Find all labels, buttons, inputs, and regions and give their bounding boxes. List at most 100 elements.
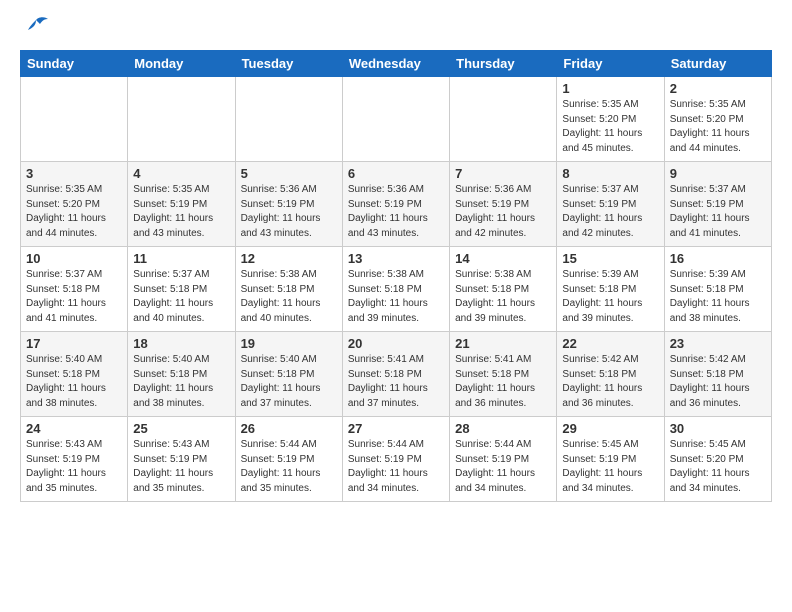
calendar-cell: 10Sunrise: 5:37 AMSunset: 5:18 PMDayligh… — [21, 247, 128, 332]
calendar-header-row: SundayMondayTuesdayWednesdayThursdayFrid… — [21, 51, 772, 77]
day-number: 12 — [241, 251, 337, 266]
day-number: 26 — [241, 421, 337, 436]
day-info: Sunrise: 5:35 AMSunset: 5:20 PMDaylight:… — [670, 98, 766, 156]
calendar-cell: 5 Sunrise: 5:36 AMSunset: 5:19 PMDaylight… — [235, 162, 342, 247]
day-number: 29 — [562, 421, 658, 436]
day-info: Sunrise: 5:44 AMSunset: 5:19 PMDaylight:… — [455, 438, 551, 496]
day-number: 19 — [241, 336, 337, 351]
calendar-cell: 19 Sunrise: 5:40 AMSunset: 5:18 PMDayligh… — [235, 332, 342, 417]
calendar-cell: 1 Sunrise: 5:35 AMSunset: 5:20 PMDaylight… — [557, 77, 664, 162]
day-info: Sunrise: 5:40 AMSunset: 5:18 PMDaylight:… — [133, 353, 229, 411]
day-info: Sunrise: 5:37 AMSunset: 5:19 PMDaylight:… — [562, 183, 658, 241]
calendar-week-row: 24 Sunrise: 5:43 AMSunset: 5:19 PMDayligh… — [21, 417, 772, 502]
day-info: Sunrise: 5:39 AMSunset: 5:18 PMDaylight:… — [562, 268, 658, 326]
calendar-cell: 4 Sunrise: 5:35 AMSunset: 5:19 PMDaylight… — [128, 162, 235, 247]
calendar-week-row: 3 Sunrise: 5:35 AMSunset: 5:20 PMDaylight… — [21, 162, 772, 247]
day-info: Sunrise: 5:38 AMSunset: 5:18 PMDaylight:… — [455, 268, 551, 326]
day-info: Sunrise: 5:36 AMSunset: 5:19 PMDaylight:… — [241, 183, 337, 241]
day-number: 6 — [348, 166, 444, 181]
calendar-cell: 17 Sunrise: 5:40 AMSunset: 5:18 PMDayligh… — [21, 332, 128, 417]
calendar-cell — [450, 77, 557, 162]
calendar-cell: 21 Sunrise: 5:41 AMSunset: 5:18 PMDayligh… — [450, 332, 557, 417]
day-info: Sunrise: 5:35 AMSunset: 5:20 PMDaylight:… — [562, 98, 658, 156]
day-info: Sunrise: 5:44 AMSunset: 5:19 PMDaylight:… — [241, 438, 337, 496]
calendar-cell: 29 Sunrise: 5:45 AMSunset: 5:19 PMDayligh… — [557, 417, 664, 502]
weekday-header: Sunday — [21, 51, 128, 77]
weekday-header: Friday — [557, 51, 664, 77]
day-info: Sunrise: 5:41 AMSunset: 5:18 PMDaylight:… — [455, 353, 551, 411]
day-number: 4 — [133, 166, 229, 181]
day-info: Sunrise: 5:41 AMSunset: 5:18 PMDaylight:… — [348, 353, 444, 411]
day-number: 14 — [455, 251, 551, 266]
calendar-cell: 11Sunrise: 5:37 AMSunset: 5:18 PMDayligh… — [128, 247, 235, 332]
calendar-cell — [342, 77, 449, 162]
day-info: Sunrise: 5:35 AMSunset: 5:19 PMDaylight:… — [133, 183, 229, 241]
weekday-header: Thursday — [450, 51, 557, 77]
day-number: 24 — [26, 421, 122, 436]
day-number: 28 — [455, 421, 551, 436]
calendar-cell: 23Sunrise: 5:42 AMSunset: 5:18 PMDayligh… — [664, 332, 771, 417]
day-number: 22 — [562, 336, 658, 351]
calendar-cell: 9 Sunrise: 5:37 AMSunset: 5:19 PMDaylight… — [664, 162, 771, 247]
day-number: 5 — [241, 166, 337, 181]
day-number: 18 — [133, 336, 229, 351]
day-number: 8 — [562, 166, 658, 181]
calendar-cell: 15Sunrise: 5:39 AMSunset: 5:18 PMDayligh… — [557, 247, 664, 332]
calendar-cell: 25 Sunrise: 5:43 AMSunset: 5:19 PMDayligh… — [128, 417, 235, 502]
day-number: 16 — [670, 251, 766, 266]
day-number: 9 — [670, 166, 766, 181]
calendar-cell: 14 Sunrise: 5:38 AMSunset: 5:18 PMDayligh… — [450, 247, 557, 332]
calendar: SundayMondayTuesdayWednesdayThursdayFrid… — [20, 50, 772, 502]
calendar-week-row: 10Sunrise: 5:37 AMSunset: 5:18 PMDayligh… — [21, 247, 772, 332]
day-number: 7 — [455, 166, 551, 181]
day-info: Sunrise: 5:44 AMSunset: 5:19 PMDaylight:… — [348, 438, 444, 496]
day-info: Sunrise: 5:45 AMSunset: 5:20 PMDaylight:… — [670, 438, 766, 496]
day-info: Sunrise: 5:40 AMSunset: 5:18 PMDaylight:… — [241, 353, 337, 411]
day-number: 20 — [348, 336, 444, 351]
calendar-cell: 27 Sunrise: 5:44 AMSunset: 5:19 PMDayligh… — [342, 417, 449, 502]
day-number: 27 — [348, 421, 444, 436]
day-info: Sunrise: 5:37 AMSunset: 5:19 PMDaylight:… — [670, 183, 766, 241]
day-info: Sunrise: 5:43 AMSunset: 5:19 PMDaylight:… — [26, 438, 122, 496]
day-info: Sunrise: 5:42 AMSunset: 5:18 PMDaylight:… — [670, 353, 766, 411]
calendar-cell: 3 Sunrise: 5:35 AMSunset: 5:20 PMDaylight… — [21, 162, 128, 247]
day-number: 17 — [26, 336, 122, 351]
logo — [20, 16, 50, 38]
day-info: Sunrise: 5:37 AMSunset: 5:18 PMDaylight:… — [133, 268, 229, 326]
day-info: Sunrise: 5:40 AMSunset: 5:18 PMDaylight:… — [26, 353, 122, 411]
weekday-header: Saturday — [664, 51, 771, 77]
day-number: 30 — [670, 421, 766, 436]
calendar-cell: 12Sunrise: 5:38 AMSunset: 5:18 PMDayligh… — [235, 247, 342, 332]
calendar-cell: 16Sunrise: 5:39 AMSunset: 5:18 PMDayligh… — [664, 247, 771, 332]
calendar-cell: 8 Sunrise: 5:37 AMSunset: 5:19 PMDaylight… — [557, 162, 664, 247]
weekday-header: Monday — [128, 51, 235, 77]
calendar-cell: 24 Sunrise: 5:43 AMSunset: 5:19 PMDayligh… — [21, 417, 128, 502]
day-info: Sunrise: 5:43 AMSunset: 5:19 PMDaylight:… — [133, 438, 229, 496]
logo-bird-icon — [22, 16, 50, 38]
calendar-cell: 20 Sunrise: 5:41 AMSunset: 5:18 PMDayligh… — [342, 332, 449, 417]
calendar-cell: 2Sunrise: 5:35 AMSunset: 5:20 PMDaylight… — [664, 77, 771, 162]
day-number: 21 — [455, 336, 551, 351]
calendar-week-row: 1 Sunrise: 5:35 AMSunset: 5:20 PMDaylight… — [21, 77, 772, 162]
calendar-cell — [235, 77, 342, 162]
calendar-cell: 22 Sunrise: 5:42 AMSunset: 5:18 PMDayligh… — [557, 332, 664, 417]
calendar-cell: 28 Sunrise: 5:44 AMSunset: 5:19 PMDayligh… — [450, 417, 557, 502]
calendar-cell: 13Sunrise: 5:38 AMSunset: 5:18 PMDayligh… — [342, 247, 449, 332]
day-number: 25 — [133, 421, 229, 436]
day-info: Sunrise: 5:42 AMSunset: 5:18 PMDaylight:… — [562, 353, 658, 411]
day-info: Sunrise: 5:45 AMSunset: 5:19 PMDaylight:… — [562, 438, 658, 496]
day-info: Sunrise: 5:35 AMSunset: 5:20 PMDaylight:… — [26, 183, 122, 241]
day-number: 1 — [562, 81, 658, 96]
day-number: 3 — [26, 166, 122, 181]
day-info: Sunrise: 5:37 AMSunset: 5:18 PMDaylight:… — [26, 268, 122, 326]
calendar-cell: 26 Sunrise: 5:44 AMSunset: 5:19 PMDayligh… — [235, 417, 342, 502]
calendar-cell: 7Sunrise: 5:36 AMSunset: 5:19 PMDaylight… — [450, 162, 557, 247]
calendar-week-row: 17 Sunrise: 5:40 AMSunset: 5:18 PMDayligh… — [21, 332, 772, 417]
day-info: Sunrise: 5:38 AMSunset: 5:18 PMDaylight:… — [348, 268, 444, 326]
calendar-cell: 18 Sunrise: 5:40 AMSunset: 5:18 PMDayligh… — [128, 332, 235, 417]
weekday-header: Wednesday — [342, 51, 449, 77]
weekday-header: Tuesday — [235, 51, 342, 77]
day-info: Sunrise: 5:36 AMSunset: 5:19 PMDaylight:… — [348, 183, 444, 241]
calendar-cell — [21, 77, 128, 162]
header — [20, 16, 772, 38]
